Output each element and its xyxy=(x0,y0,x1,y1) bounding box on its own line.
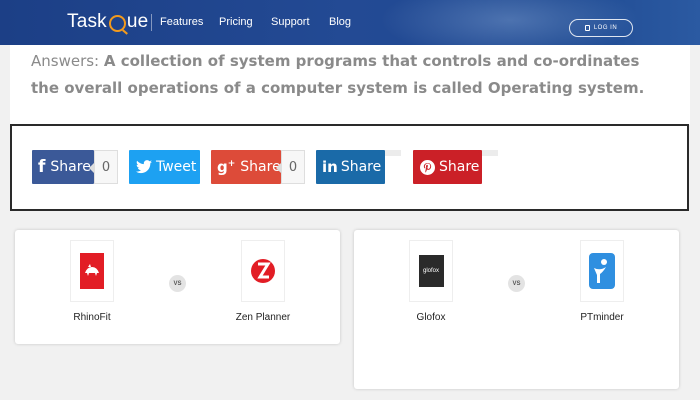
glofox-logo-text: glofox xyxy=(422,268,439,274)
login-label: LOG IN xyxy=(593,25,618,31)
twitter-tweet-button[interactable]: Tweet xyxy=(129,150,200,184)
rhinofit-name[interactable]: RhinoFit xyxy=(47,312,137,323)
logo-text-part2: ue xyxy=(126,11,149,32)
top-navbar: Task ue Features Pricing Support Blog LO… xyxy=(0,0,700,45)
rhinofit-logo-icon xyxy=(80,253,104,289)
glofox-name[interactable]: Glofox xyxy=(386,312,476,323)
login-button[interactable]: LOG IN xyxy=(569,19,633,37)
pinterest-share-button[interactable]: Share xyxy=(413,150,482,184)
zenplanner-logo-tile[interactable] xyxy=(241,240,285,302)
rhinofit-logo-tile[interactable] xyxy=(70,240,114,302)
nav-link-support[interactable]: Support xyxy=(271,16,310,28)
facebook-share-count: 0 xyxy=(89,150,118,184)
taskque-logo[interactable]: Task ue xyxy=(67,11,148,33)
ptminder-name[interactable]: PTminder xyxy=(557,312,647,323)
googleplus-share-count: 0 xyxy=(276,150,305,184)
zenplanner-name[interactable]: Zen Planner xyxy=(218,312,308,323)
facebook-icon: f xyxy=(38,157,46,177)
answer-label: Answers: xyxy=(31,52,100,70)
twitter-tweet-label: Tweet xyxy=(156,159,197,175)
googleplus-share-label: Share xyxy=(240,159,281,175)
ptminder-logo-icon xyxy=(589,253,615,289)
linkedin-share-label: Share xyxy=(340,159,382,175)
logo-text-part1: Task xyxy=(67,11,107,32)
pinterest-share-label: Share xyxy=(439,159,480,175)
comparison-card-glofox-ptminder[interactable] xyxy=(354,230,679,389)
logo-q-icon xyxy=(108,14,126,32)
ptminder-logo-tile[interactable] xyxy=(580,240,624,302)
googleplus-share-button[interactable]: g+ Share xyxy=(211,150,281,184)
pinterest-count-tab xyxy=(482,150,498,156)
nav-link-pricing[interactable]: Pricing xyxy=(219,16,253,28)
glofox-logo-icon: glofox xyxy=(418,255,444,287)
zenplanner-logo-icon xyxy=(251,259,275,283)
vs-badge-2: VS xyxy=(508,275,525,292)
linkedin-icon: in xyxy=(322,158,338,176)
logo-divider xyxy=(151,14,152,31)
nav-link-blog[interactable]: Blog xyxy=(329,16,351,28)
linkedin-share-button[interactable]: in Share xyxy=(316,150,385,184)
glofox-logo-tile[interactable]: glofox xyxy=(409,240,453,302)
nav-link-features[interactable]: Features xyxy=(160,16,203,28)
facebook-share-button[interactable]: f Share xyxy=(32,150,94,184)
answer-text: Answers: A collection of system programs… xyxy=(31,48,661,102)
vs-badge-1: VS xyxy=(169,275,186,292)
linkedin-count-tab xyxy=(385,150,401,156)
twitter-icon xyxy=(136,160,152,174)
pinterest-icon xyxy=(420,159,435,175)
googleplus-icon: g+ xyxy=(217,158,236,176)
facebook-share-label: Share xyxy=(50,159,91,175)
answer-body: A collection of system programs that con… xyxy=(31,52,645,97)
login-icon xyxy=(584,25,590,31)
